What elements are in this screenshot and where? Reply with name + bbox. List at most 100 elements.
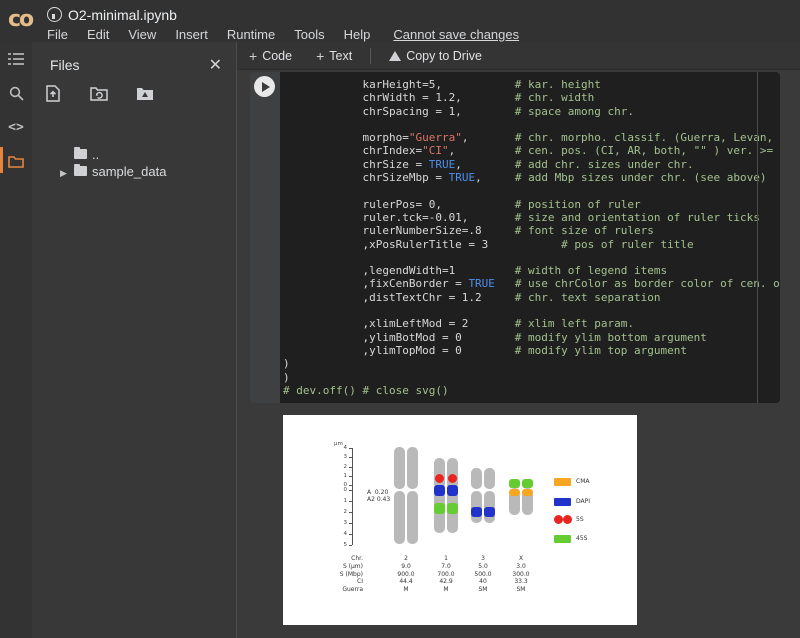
ruler-tick-label: 5 — [337, 542, 347, 548]
code-line: ,fixCenBorder = TRUE # use chrColor as b… — [283, 277, 780, 290]
chromosome-long-arm — [394, 491, 405, 544]
ruler-tick-label: 1 — [337, 498, 347, 504]
chromosome-band-mark — [509, 489, 520, 496]
notebook-toolbar: + Code + Text Copy to Drive — [237, 42, 800, 70]
tree-item-label: .. — [92, 147, 99, 163]
karyotype-table-row-label: S (µm) — [303, 563, 363, 570]
run-cell-button[interactable] — [254, 76, 275, 97]
table-of-contents-icon[interactable] — [0, 42, 32, 76]
ruler-tick — [349, 467, 352, 468]
chromosome-short-arm — [484, 468, 495, 489]
menu-runtime[interactable]: Runtime — [227, 27, 275, 42]
chromosome-dot-mark — [435, 474, 444, 483]
files-icon[interactable] — [0, 144, 32, 178]
menu-help[interactable]: Help — [344, 27, 371, 42]
code-snippets-icon[interactable]: <> — [0, 110, 32, 144]
karyotype-table-value: X — [496, 555, 546, 562]
notebook-title[interactable]: O2-minimal.ipynb — [68, 7, 177, 23]
colab-logo[interactable]: co — [8, 7, 32, 32]
code-line: ) — [283, 371, 780, 384]
toolbar-divider — [370, 48, 371, 64]
copy-to-drive-label: Copy to Drive — [406, 49, 482, 63]
ruler-tick-label: 0 — [337, 487, 347, 493]
chromosome-long-arm — [407, 491, 418, 544]
chromosome-index-annotation: A 0.20 A2 0.43 — [367, 489, 390, 503]
copy-to-drive-button[interactable]: Copy to Drive — [377, 42, 494, 69]
code-line: ,ylimTopMod = 0 # modify ylim top argume… — [283, 344, 780, 357]
code-line: ,ylimBotMod = 0 # modify ylim bottom arg… — [283, 331, 780, 344]
code-line: morpho="Guerra", # chr. morpho. classif.… — [283, 131, 780, 144]
add-code-label: Code — [262, 49, 292, 63]
colab-app: co O2-minimal.ipynb File Edit View Inser… — [0, 0, 800, 638]
ruler-tick — [349, 448, 352, 449]
ruler-tick — [349, 523, 352, 524]
ruler-tick — [349, 534, 352, 535]
files-panel: Files ✕ .. ▶ sample_data — [32, 42, 237, 638]
cell-output-karyotype-image: µm43210012345A 0.20 A2 0.43CMADAPI5S45SC… — [283, 415, 637, 625]
files-panel-title: Files — [50, 57, 80, 73]
code-line: ) — [283, 357, 780, 370]
up-folder-icon — [74, 149, 87, 159]
karyotype-table-value: 33.3 — [496, 578, 546, 585]
plus-icon: + — [249, 48, 257, 64]
code-line — [283, 118, 780, 131]
code-content[interactable]: karHeight=5, # kar. height chrWidth = 1.… — [283, 78, 780, 397]
legend-label: DAPI — [576, 498, 590, 505]
chevron-right-icon[interactable]: ▶ — [60, 165, 67, 181]
chromosome-band-mark — [522, 489, 533, 496]
ruler-tick-label: 4 — [337, 531, 347, 537]
menu-view[interactable]: View — [128, 27, 156, 42]
code-line: chrIndex="CI", # cen. pos. (CI, AR, both… — [283, 144, 780, 157]
drive-icon — [389, 51, 401, 61]
code-line: ,xlimLeftMod = 2 # xlim left param. — [283, 317, 780, 330]
legend-label: 45S — [576, 535, 587, 542]
legend-label: 5S — [576, 516, 584, 523]
ruler-tick-label: 1 — [337, 473, 347, 479]
save-status-link[interactable]: Cannot save changes — [393, 27, 519, 42]
add-code-button[interactable]: + Code — [237, 42, 304, 69]
legend-dot — [563, 515, 572, 524]
chromosome-short-arm — [407, 447, 418, 489]
mount-drive-icon[interactable] — [132, 82, 158, 104]
ruler-tick — [349, 457, 352, 458]
code-line: chrSizeMbp = TRUE, # add Mbp sizes under… — [283, 171, 780, 184]
files-actions — [40, 82, 158, 104]
upload-file-icon[interactable] — [40, 82, 66, 104]
legend-swatch — [554, 478, 571, 486]
karyotype-table-value: SM — [496, 586, 546, 593]
ruler-tick-label: 4 — [337, 445, 347, 451]
refresh-folder-icon[interactable] — [86, 82, 112, 104]
menu-tools[interactable]: Tools — [294, 27, 324, 42]
ruler-tick — [349, 512, 352, 513]
search-icon[interactable] — [0, 76, 32, 110]
ruler-tick-label: 2 — [337, 464, 347, 470]
menu-file[interactable]: File — [47, 27, 68, 42]
tree-item-label: sample_data — [92, 164, 166, 180]
ruler-axis — [352, 448, 353, 545]
legend-dot — [554, 515, 563, 524]
chromosome-band-mark — [471, 507, 482, 517]
header: co O2-minimal.ipynb File Edit View Inser… — [0, 0, 800, 42]
karyotype-table-row-label: CI — [303, 578, 363, 585]
ruler-tick — [349, 485, 352, 486]
tree-item-sample-data[interactable]: ▶ sample_data — [32, 164, 236, 180]
tree-item-up[interactable]: .. — [32, 147, 236, 163]
ruler-tick — [349, 490, 352, 491]
menu-insert[interactable]: Insert — [175, 27, 208, 42]
code-line: ,legendWidth=1 # width of legend items — [283, 264, 780, 277]
code-line: ,distTextChr = 1.2 # chr. text separatio… — [283, 291, 780, 304]
editor-column-guide — [757, 72, 758, 403]
ruler-tick — [349, 476, 352, 477]
menu-edit[interactable]: Edit — [87, 27, 109, 42]
folder-icon — [74, 166, 87, 176]
ruler-tick — [349, 501, 352, 502]
close-icon[interactable]: ✕ — [209, 55, 222, 75]
code-editor[interactable]: karHeight=5, # kar. height chrWidth = 1.… — [280, 72, 780, 403]
add-text-button[interactable]: + Text — [304, 42, 364, 69]
code-line: chrWidth = 1.2, # chr. width — [283, 91, 780, 104]
github-icon — [47, 7, 62, 22]
plus-icon: + — [316, 48, 324, 64]
chromosome-band-mark — [434, 503, 445, 514]
code-line: ruler.tck=-0.01, # size and orientation … — [283, 211, 780, 224]
legend-label: CMA — [576, 478, 589, 485]
